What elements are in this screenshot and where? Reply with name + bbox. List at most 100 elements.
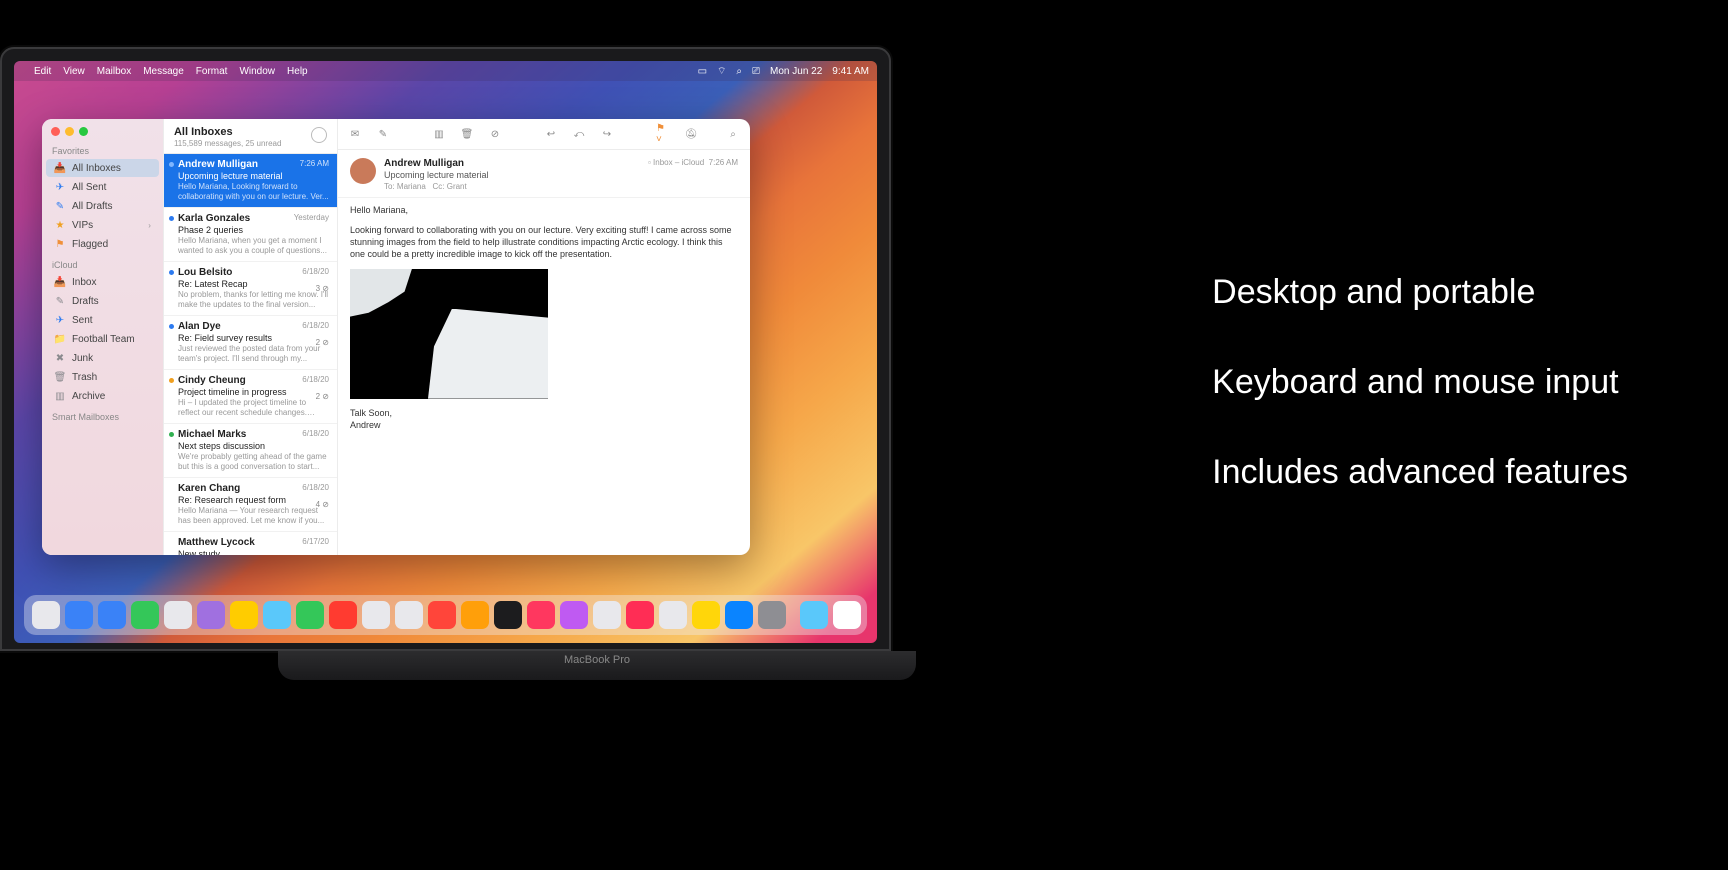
dock-app[interactable] — [230, 601, 258, 629]
sidebar-item-label: Archive — [72, 391, 105, 402]
menu-help[interactable]: Help — [287, 66, 308, 77]
menu-format[interactable]: Format — [196, 66, 228, 77]
dock-app[interactable] — [164, 601, 192, 629]
dock-app[interactable] — [593, 601, 621, 629]
menubar-time[interactable]: 9:41 AM — [832, 66, 869, 77]
menu-view[interactable]: View — [63, 66, 85, 77]
message-subject: Phase 2 queries — [178, 225, 329, 235]
message-row[interactable]: Michael Marks6/18/20Next steps discussio… — [164, 424, 337, 478]
sidebar-item-all-drafts[interactable]: ✎All Drafts — [46, 197, 159, 215]
dock-app[interactable] — [131, 601, 159, 629]
bullet-2: Keyboard and mouse input — [1212, 360, 1628, 404]
dock-app[interactable] — [428, 601, 456, 629]
spotlight-icon[interactable]: ⌕ — [736, 66, 742, 77]
reply-icon[interactable]: ↩︎ — [544, 127, 558, 141]
sidebar-item-sent[interactable]: ✈︎Sent — [46, 311, 159, 329]
message-list-header: All Inboxes 115,589 messages, 25 unread — [164, 119, 337, 154]
menubar-date[interactable]: Mon Jun 22 — [770, 66, 822, 77]
message-preview: Hello Mariana — Your research request ha… — [178, 506, 329, 526]
filter-icon[interactable] — [311, 127, 327, 143]
message-row[interactable]: Matthew Lycock6/17/20New studyDid you se… — [164, 532, 337, 555]
sidebar-item-all-sent[interactable]: ✈︎ All Sent — [46, 178, 159, 196]
unread-dot-icon — [169, 324, 174, 329]
battery-icon[interactable]: ▭ — [698, 66, 707, 77]
draft-icon: ✎ — [54, 295, 66, 307]
wifi-icon[interactable]: ⌔ — [717, 65, 726, 78]
sent-icon: ✈︎ — [54, 181, 66, 193]
menu-message[interactable]: Message — [143, 66, 184, 77]
image-attachment[interactable] — [350, 269, 548, 399]
envelope-icon[interactable]: ✉︎ — [348, 127, 362, 141]
attachment-badge: 3 ⊘ — [316, 284, 329, 293]
dock-app[interactable] — [800, 601, 828, 629]
dock-app[interactable] — [560, 601, 588, 629]
forward-icon[interactable]: ↪︎ — [600, 127, 614, 141]
dock-app[interactable] — [659, 601, 687, 629]
sidebar-item-label: All Sent — [72, 182, 106, 193]
dock-app[interactable] — [692, 601, 720, 629]
dock-app[interactable] — [758, 601, 786, 629]
trash-icon[interactable]: 🗑︎ — [460, 127, 474, 141]
dock-app[interactable] — [362, 601, 390, 629]
dock-app[interactable] — [98, 601, 126, 629]
dock-app[interactable] — [494, 601, 522, 629]
sidebar-item-label: Football Team — [72, 334, 135, 345]
archive-icon: ▥ — [54, 390, 66, 402]
close-icon[interactable] — [51, 127, 60, 136]
junk-icon[interactable]: ⊘ — [488, 127, 502, 141]
dock-app[interactable] — [725, 601, 753, 629]
mute-icon[interactable]: 🔕︎ — [684, 127, 698, 141]
dock-app[interactable] — [833, 601, 861, 629]
menu-mailbox[interactable]: Mailbox — [97, 66, 131, 77]
archive-icon[interactable]: ▥ — [432, 127, 446, 141]
dock-app[interactable] — [329, 601, 357, 629]
minimize-icon[interactable] — [65, 127, 74, 136]
message-date: 6/17/20 — [302, 537, 329, 546]
sidebar-item-drafts[interactable]: ✎Drafts — [46, 292, 159, 310]
message-list-title: All Inboxes — [174, 126, 327, 138]
toolbar: ✉︎ ✎ ▥ 🗑︎ ⊘ ↩︎ ⤺ ↪︎ ⚑ ˅ 🔕︎ ⌕ — [338, 119, 750, 150]
attachment-badge: 2 ⊘ — [316, 338, 329, 347]
unread-dot-icon — [169, 432, 174, 437]
dock-app[interactable] — [296, 601, 324, 629]
dock-app[interactable] — [395, 601, 423, 629]
signoff: Talk Soon,Andrew — [350, 407, 738, 431]
dock-app[interactable] — [65, 601, 93, 629]
compose-icon[interactable]: ✎ — [376, 127, 390, 141]
message-row[interactable]: Lou Belsito6/18/20Re: Latest RecapNo pro… — [164, 262, 337, 316]
message-row[interactable]: Alan Dye6/18/20Re: Field survey resultsJ… — [164, 316, 337, 370]
control-center-icon[interactable]: ⎚ — [752, 66, 760, 77]
dock-app[interactable] — [527, 601, 555, 629]
sidebar-item-trash[interactable]: 🗑︎Trash — [46, 368, 159, 386]
dock-app[interactable] — [197, 601, 225, 629]
sidebar-item-label: All Inboxes — [72, 163, 121, 174]
search-icon[interactable]: ⌕ — [726, 127, 740, 141]
sidebar-item-archive[interactable]: ▥ Archive — [46, 387, 159, 405]
sidebar-item-all-inboxes[interactable]: 📥All Inboxes — [46, 159, 159, 177]
sidebar-item-flagged[interactable]: ⚑Flagged — [46, 235, 159, 253]
reader-pane: ✉︎ ✎ ▥ 🗑︎ ⊘ ↩︎ ⤺ ↪︎ ⚑ ˅ 🔕︎ ⌕ — [338, 119, 750, 555]
message-date: 6/18/20 — [302, 483, 329, 492]
sidebar-item-inbox[interactable]: 📥Inbox — [46, 273, 159, 291]
mail-window: Favorites📥All Inboxes✈︎All Sent✎All Draf… — [42, 119, 750, 555]
message-row[interactable]: Karen Chang6/18/20Re: Research request f… — [164, 478, 337, 532]
dock-app[interactable] — [461, 601, 489, 629]
reply-all-icon[interactable]: ⤺ — [572, 127, 586, 141]
message-row[interactable]: Andrew Mulligan7:26 AMUpcoming lecture m… — [164, 154, 337, 208]
dock-app[interactable] — [32, 601, 60, 629]
menu-edit[interactable]: Edit — [34, 66, 51, 77]
sidebar-item-football-team[interactable]: 📁Football Team — [46, 330, 159, 348]
zoom-icon[interactable] — [79, 127, 88, 136]
sidebar-item-vips[interactable]: ★VIPs› — [46, 216, 159, 234]
dock-app[interactable] — [626, 601, 654, 629]
message-row[interactable]: Karla GonzalesYesterdayPhase 2 queriesHe… — [164, 208, 337, 262]
message-preview: Hello Mariana, Looking forward to collab… — [178, 182, 329, 202]
star-icon: ★ — [54, 219, 66, 231]
laptop-base: MacBook Pro — [278, 651, 916, 680]
flag-icon[interactable]: ⚑ ˅ — [656, 127, 670, 141]
sidebar-item-junk[interactable]: ✖︎Junk — [46, 349, 159, 367]
message-row[interactable]: Cindy Cheung6/18/20Project timeline in p… — [164, 370, 337, 424]
dock-app[interactable] — [263, 601, 291, 629]
trash-icon: 🗑︎ — [54, 371, 66, 383]
menu-window[interactable]: Window — [239, 66, 275, 77]
